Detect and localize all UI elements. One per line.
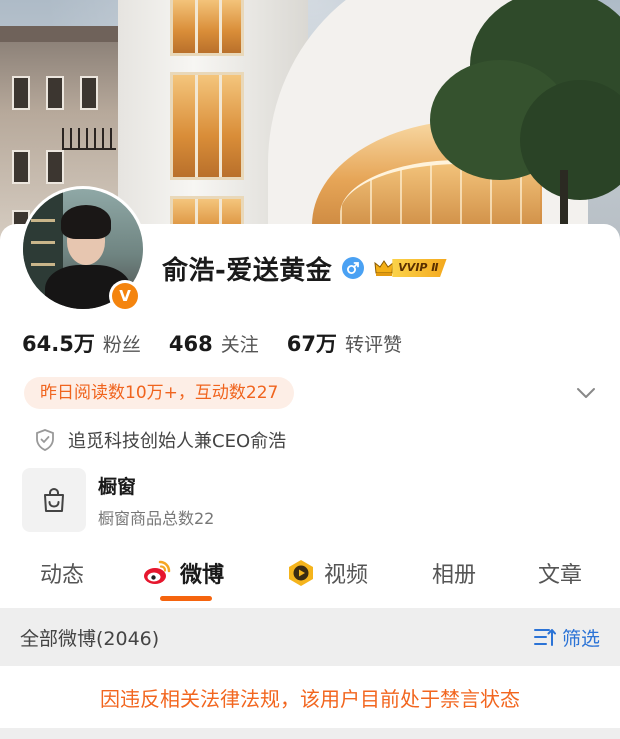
- profile-tabs: 动态 微博 视频 相册 文章: [0, 548, 620, 604]
- tab-video[interactable]: 视频: [286, 548, 368, 598]
- tab-album[interactable]: 相册: [432, 548, 476, 598]
- certification-row[interactable]: 追觅科技创始人兼CEO俞浩: [34, 426, 286, 454]
- showcase-title: 橱窗: [98, 475, 137, 498]
- shopping-bag-icon: [22, 468, 86, 532]
- shield-check-icon: [36, 429, 54, 451]
- profile-name-row: 俞浩-爱送黄金 VVIP Ⅱ: [162, 250, 447, 286]
- likes-stat[interactable]: 67万 转评赞: [287, 328, 402, 358]
- feed-title: 全部微博(2046): [20, 627, 160, 650]
- active-tab-indicator: [160, 596, 212, 601]
- verified-badge-icon: V: [109, 280, 141, 312]
- tab-articles[interactable]: 文章: [538, 548, 582, 598]
- followers-stat[interactable]: 64.5万 粉丝: [22, 328, 141, 358]
- male-icon: [342, 257, 365, 279]
- certification-text: 追觅科技创始人兼CEO俞浩: [68, 431, 287, 452]
- feed-header: 全部微博(2046) 筛选: [0, 608, 620, 666]
- crown-icon: [374, 260, 394, 276]
- following-stat[interactable]: 468 关注: [169, 330, 259, 357]
- profile-name: 俞浩-爱送黄金: [162, 255, 333, 286]
- profile-stats: 64.5万 粉丝 468 关注 67万 转评赞: [22, 328, 430, 358]
- bottom-divider: [0, 728, 620, 739]
- read-stats-pill[interactable]: 昨日阅读数10万+，互动数227: [24, 377, 295, 409]
- weibo-logo-icon: [144, 560, 171, 584]
- chevron-down-icon[interactable]: [574, 383, 598, 403]
- filter-button[interactable]: 筛选: [533, 624, 600, 651]
- vvip-badge[interactable]: VVIP Ⅱ: [374, 258, 447, 278]
- showcase-subtitle: 橱窗商品总数22: [98, 508, 215, 528]
- tab-weibo[interactable]: 微博: [142, 548, 224, 598]
- showcase-entry[interactable]: 橱窗 橱窗商品总数22: [22, 468, 214, 532]
- filter-icon: [533, 629, 556, 646]
- ban-notice: 因违反相关法律法规，该用户目前处于禁言状态: [0, 666, 620, 728]
- video-play-icon: [289, 560, 313, 586]
- tab-dynamic[interactable]: 动态: [40, 548, 84, 598]
